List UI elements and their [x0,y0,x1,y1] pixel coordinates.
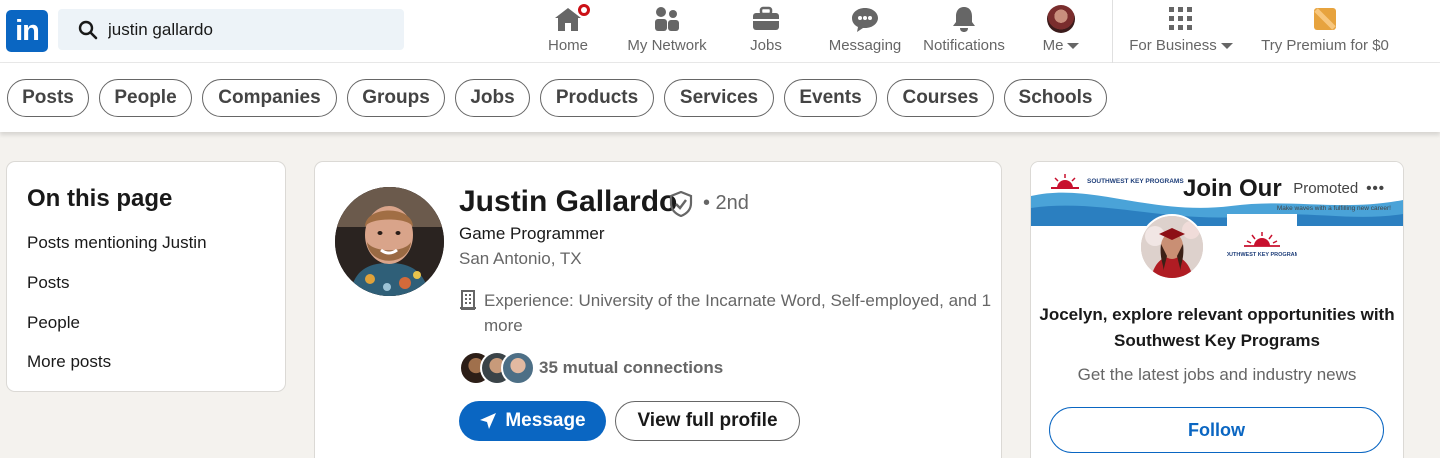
filter-groups[interactable]: Groups [347,79,445,117]
nav-try-premium-label: Try Premium for $0 [1261,37,1389,54]
profile-photo[interactable] [335,187,444,296]
chevron-down-icon [1220,43,1233,50]
nav-for-business[interactable]: For Business [1126,4,1236,60]
nav-jobs-label: Jobs [750,37,782,54]
message-button[interactable]: Message [459,401,606,441]
search-icon [78,20,98,39]
on-this-page-card: On this page Posts mentioning Justin Pos… [7,162,285,391]
notification-dot [576,2,592,18]
link-posts-mentioning[interactable]: Posts mentioning Justin [27,233,207,253]
briefcase-icon [752,4,780,34]
profile-location: San Antonio, TX [459,249,582,268]
search-filter-bar: Posts People Companies Groups Jobs Produ… [0,63,1440,132]
filter-events[interactable]: Events [784,79,877,117]
nav-home-label: Home [547,37,588,54]
linkedin-logo[interactable]: in [6,10,48,52]
filter-posts[interactable]: Posts [7,79,89,117]
nav-jobs[interactable]: Jobs [748,4,784,60]
profile-result-card: Justin Gallardo • 2nd Game Programmer Sa… [315,162,1001,458]
premium-icon [1313,4,1337,34]
verified-shield-icon [669,191,693,217]
profile-experience: Experience: University of the Incarnate … [484,291,992,335]
profile-headline: Game Programmer [459,224,605,243]
on-this-page-title: On this page [27,185,173,212]
link-posts[interactable]: Posts [27,273,70,293]
nav-try-premium[interactable]: Try Premium for $0 [1256,4,1394,60]
me-avatar-wrap [1047,4,1075,34]
avatar [501,351,535,385]
profile-name[interactable]: Justin Gallardo [459,185,677,219]
ad-banner-brand: SOUTHWEST KEY PROGRAMS [1087,178,1184,185]
nav-notifications-label: Notifications [923,37,1005,54]
nav-messaging-label: Messaging [828,37,902,54]
avatar [1047,5,1075,33]
ad-headline: Jocelyn, explore relevant opportunities … [1039,305,1395,350]
ad-banner-tagline: Make waves with a fulfilling new career! [1277,205,1391,212]
search-bar[interactable] [58,9,404,50]
filter-companies[interactable]: Companies [202,79,337,117]
bell-icon [950,4,978,34]
nav-my-network-label: My Network [627,37,707,54]
chevron-down-icon [1067,43,1080,50]
messaging-icon [850,4,880,34]
nav-divider [1112,0,1113,63]
nav-my-network[interactable]: My Network [624,4,710,60]
filter-people[interactable]: People [99,79,192,117]
ad-banner-title: Join Our [1183,175,1282,202]
filter-products[interactable]: Products [540,79,654,117]
grid-icon [1168,4,1194,34]
mutual-connections-link[interactable]: 35 mutual connections [539,358,723,378]
mutual-connection-avatars[interactable] [459,351,537,387]
nav-notifications[interactable]: Notifications [918,4,1010,60]
viewer-avatar [1139,214,1205,280]
nav-home[interactable]: Home [547,2,592,60]
nav-for-business-label: For Business [1129,37,1217,54]
filter-services[interactable]: Services [664,79,774,117]
company-logo-text: SOUTHWEST KEY PROGRAMS [1227,252,1297,258]
more-options-icon[interactable]: ••• [1366,180,1385,197]
nav-me[interactable]: Me [1040,4,1082,60]
network-icon [653,4,681,34]
follow-button[interactable]: Follow [1049,407,1384,453]
connection-degree: • 2nd [703,192,749,214]
home-icon [553,2,592,34]
promoted-ad-card: SOUTHWEST KEY PROGRAMS Join Our Make wav… [1031,162,1403,458]
search-input[interactable] [108,19,388,40]
promoted-label: Promoted [1293,179,1359,197]
message-button-label: Message [505,410,586,431]
link-people[interactable]: People [27,313,80,333]
top-navigation: in Home My Network Jobs Messaging Notifi [0,0,1440,63]
filter-schools[interactable]: Schools [1004,79,1107,117]
filter-courses[interactable]: Courses [887,79,994,117]
ad-subtext: Get the latest jobs and industry news [1077,365,1357,384]
nav-messaging[interactable]: Messaging [826,4,904,60]
company-logo[interactable]: SOUTHWEST KEY PROGRAMS [1221,214,1303,280]
building-icon [460,290,476,310]
send-icon [480,413,497,429]
nav-business-label-wrap: For Business [1129,37,1233,54]
nav-me-label-wrap: Me [1043,37,1080,54]
nav-me-label: Me [1042,37,1064,54]
view-full-profile-button[interactable]: View full profile [615,401,800,441]
filter-jobs[interactable]: Jobs [455,79,530,117]
link-more-posts[interactable]: More posts [27,352,111,372]
promoted-badge: Promoted ••• [1287,174,1391,202]
